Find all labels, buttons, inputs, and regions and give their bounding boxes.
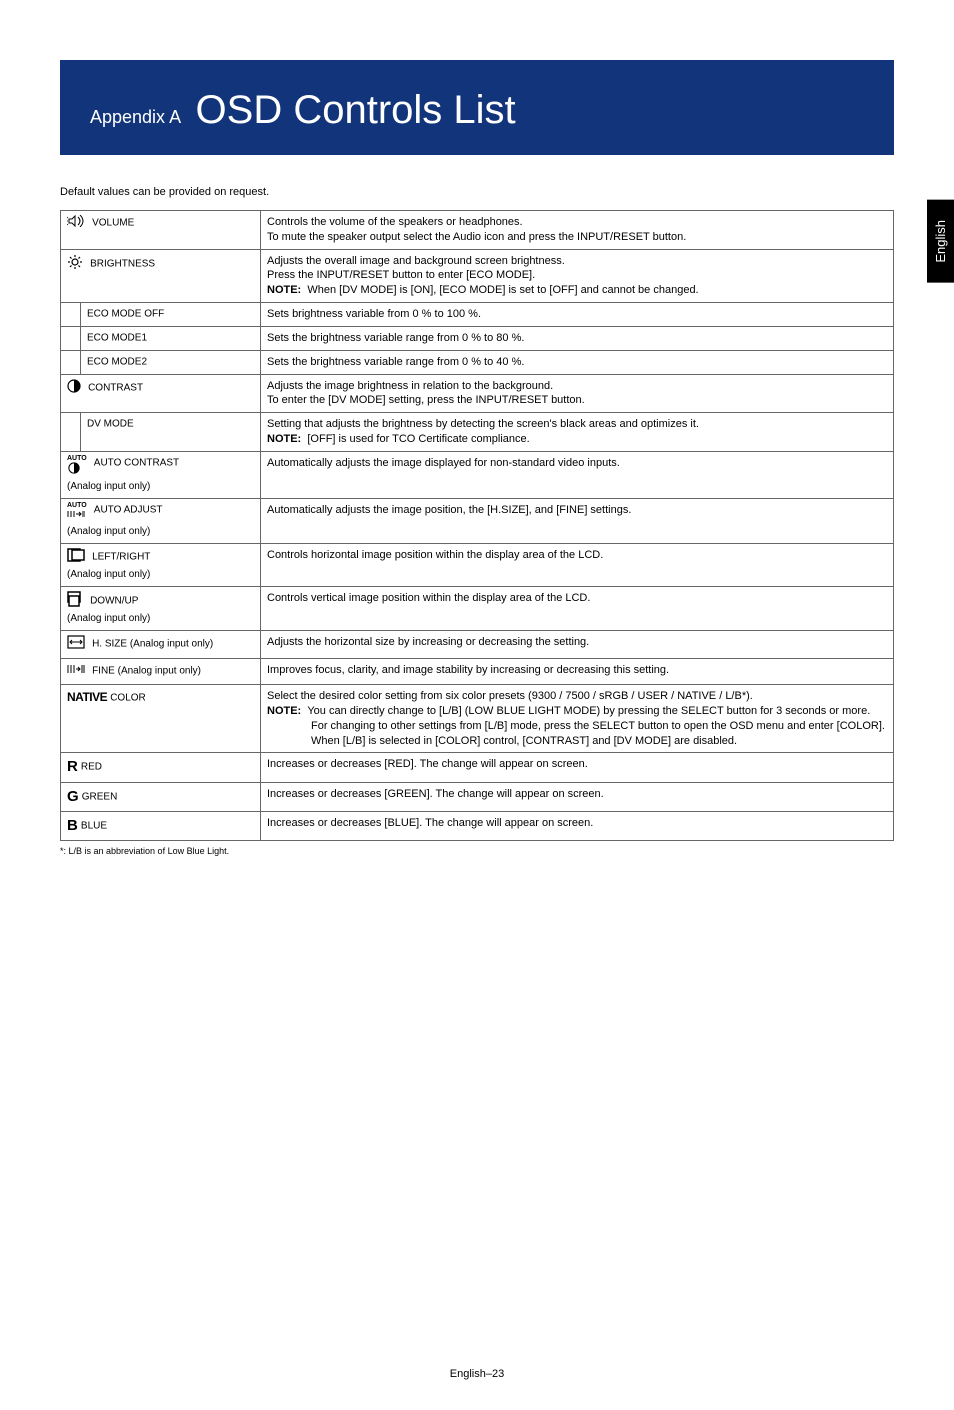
row-desc: Setting that adjusts the brightness by d… xyxy=(261,413,894,452)
row-desc: Automatically adjusts the image displaye… xyxy=(261,451,894,498)
row-label: AUTO CONTRAST xyxy=(94,457,179,468)
table-row: AUTO AUTO CONTRAST (Analog input only) A… xyxy=(61,451,894,498)
row-desc: Improves focus, clarity, and image stabi… xyxy=(261,659,894,685)
table-row: ECO MODE2Sets the brightness variable ra… xyxy=(61,350,894,374)
down-up-icon xyxy=(67,591,83,612)
row-label: LEFT/RIGHT xyxy=(92,552,150,563)
volume-icon xyxy=(67,215,85,232)
row-desc: Select the desired color setting from si… xyxy=(261,685,894,753)
table-row: FINE (Analog input only) Improves focus,… xyxy=(61,659,894,685)
table-row: NATIVE COLOR Select the desired color se… xyxy=(61,685,894,753)
table-row: ECO MODE OFFSets brightness variable fro… xyxy=(61,303,894,327)
row-label: FINE (Analog input only) xyxy=(92,666,201,677)
language-tab: English xyxy=(927,200,954,283)
row-label: BRIGHTNESS xyxy=(90,258,155,269)
table-row: VOLUME Controls the volume of the speake… xyxy=(61,210,894,249)
row-desc: Controls horizontal image position withi… xyxy=(261,543,894,586)
row-label: COLOR xyxy=(110,692,146,703)
fine-icon xyxy=(67,663,85,680)
auto-adjust-icon: AUTO xyxy=(67,503,87,524)
page-header: Appendix A OSD Controls List xyxy=(60,60,894,155)
table-row: G GREEN Increases or decreases [GREEN]. … xyxy=(61,782,894,811)
table-row: R RED Increases or decreases [RED]. The … xyxy=(61,753,894,782)
page-number: English–23 xyxy=(0,1368,954,1380)
blue-icon: B xyxy=(67,816,78,836)
auto-contrast-icon: AUTO xyxy=(67,456,87,479)
hsize-icon xyxy=(67,635,85,654)
row-desc: Adjusts the overall image and background… xyxy=(261,249,894,303)
footnote: *: L/B is an abbreviation of Low Blue Li… xyxy=(60,845,894,857)
row-desc: Adjusts the image brightness in relation… xyxy=(261,374,894,413)
table-row: H. SIZE (Analog input only) Adjusts the … xyxy=(61,631,894,659)
row-label: VOLUME xyxy=(92,218,134,229)
green-icon: G xyxy=(67,787,79,807)
table-row: AUTO AUTO ADJUST (Analog input only) Aut… xyxy=(61,498,894,543)
table-row: B BLUE Increases or decreases [BLUE]. Th… xyxy=(61,811,894,840)
controls-table: VOLUME Controls the volume of the speake… xyxy=(60,210,894,841)
table-row: DV MODE Setting that adjusts the brightn… xyxy=(61,413,894,452)
row-label: H. SIZE (Analog input only) xyxy=(92,639,213,650)
table-row: LEFT/RIGHT (Analog input only) Controls … xyxy=(61,543,894,586)
content: Default values can be provided on reques… xyxy=(60,185,894,857)
row-desc: Adjusts the horizontal size by increasin… xyxy=(261,631,894,659)
row-desc: Controls the volume of the speakers or h… xyxy=(261,210,894,249)
row-label: CONTRAST xyxy=(88,382,143,393)
contrast-icon xyxy=(67,379,81,398)
table-row: BRIGHTNESS Adjusts the overall image and… xyxy=(61,249,894,303)
row-label: AUTO ADJUST xyxy=(94,504,163,515)
table-row: ECO MODE1Sets the brightness variable ra… xyxy=(61,326,894,350)
brightness-icon xyxy=(67,254,83,275)
row-label: DOWN/UP xyxy=(90,595,138,606)
appendix-label: Appendix A xyxy=(90,107,181,128)
table-row: DOWN/UP (Analog input only) Controls ver… xyxy=(61,586,894,631)
row-desc: Automatically adjusts the image position… xyxy=(261,498,894,543)
row-desc: Controls vertical image position within … xyxy=(261,586,894,631)
intro-text: Default values can be provided on reques… xyxy=(60,185,894,200)
native-icon: NATIVE xyxy=(67,690,107,704)
page-title: OSD Controls List xyxy=(196,88,516,133)
red-icon: R xyxy=(67,757,78,777)
table-row: CONTRAST Adjusts the image brightness in… xyxy=(61,374,894,413)
left-right-icon xyxy=(67,548,85,567)
